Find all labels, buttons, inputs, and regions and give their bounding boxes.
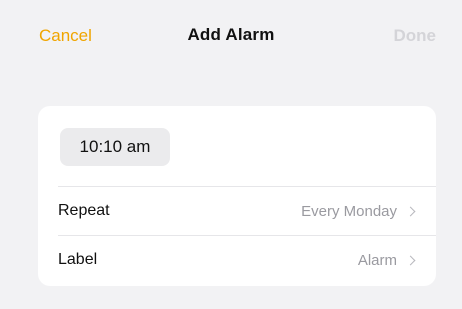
repeat-value: Every Monday (301, 202, 416, 220)
repeat-label: Repeat (58, 202, 110, 219)
navigation-bar: Cancel Add Alarm Done (0, 0, 462, 72)
chevron-right-icon (405, 255, 416, 265)
label-value-text: Alarm (357, 251, 397, 269)
time-picker-button[interactable]: 10:10 am (60, 128, 170, 166)
label-row[interactable]: Label Alarm (58, 235, 436, 284)
chevron-right-icon (405, 206, 416, 216)
repeat-row[interactable]: Repeat Every Monday (58, 186, 436, 235)
time-value: 10:10 am (79, 137, 151, 156)
done-button[interactable]: Done (394, 26, 437, 46)
repeat-value-text: Every Monday (301, 202, 397, 220)
label-value: Alarm (357, 251, 416, 269)
label-label: Label (58, 251, 98, 268)
alarm-settings-card: 10:10 am Repeat Every Monday Label Alarm (38, 106, 436, 286)
